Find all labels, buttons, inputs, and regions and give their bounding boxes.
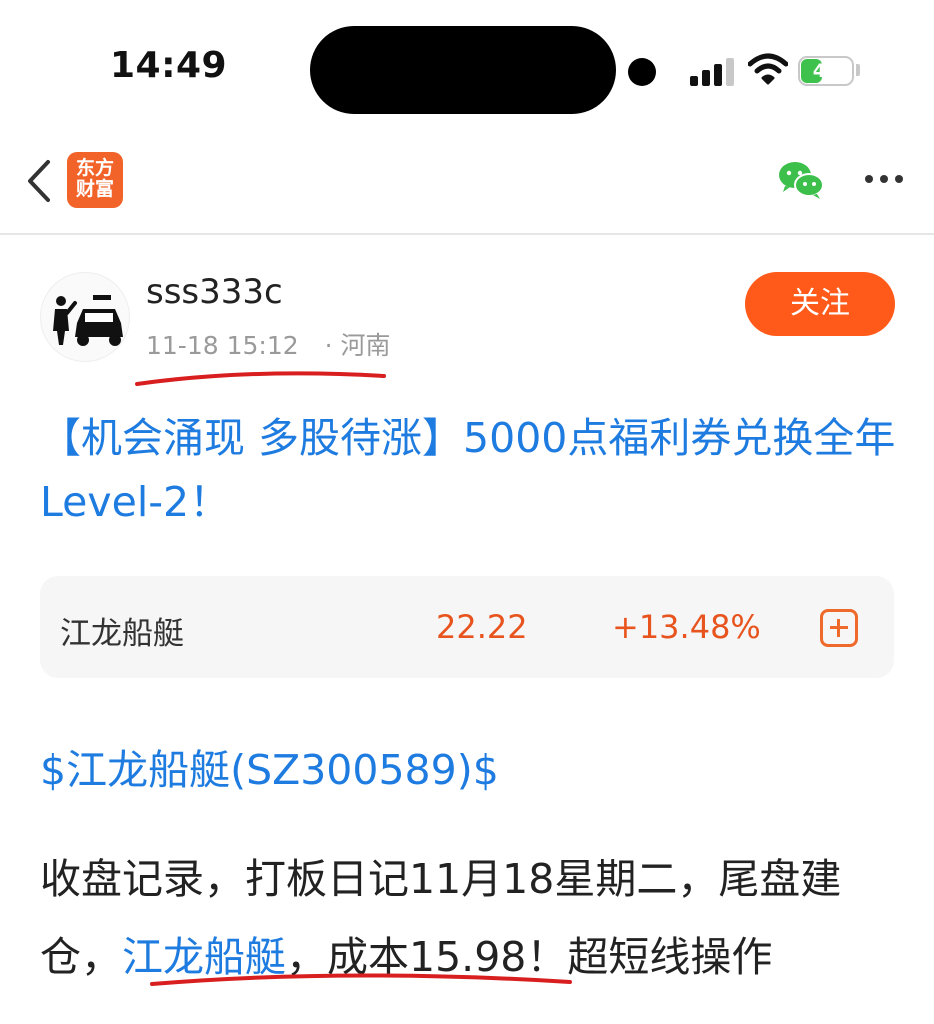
app-logo-line1: 东方: [75, 157, 114, 179]
camera-indicator-dot: [628, 58, 656, 86]
post-location: · 河南: [324, 331, 391, 360]
wifi-icon: [748, 53, 788, 85]
cellular-signal-icon: [690, 58, 734, 86]
stock-name: 江龙船艇: [60, 616, 184, 652]
post-title[interactable]: 【机会涌现 多股待涨】5000点福利券兑换全年Level-2！: [40, 406, 910, 534]
author-username[interactable]: sss333c: [146, 272, 283, 312]
post-datetime: 11-18 15:12: [146, 331, 299, 360]
post-meta: 11-18 15:12 · 河南: [146, 326, 391, 362]
stock-price: 22.22: [436, 608, 528, 646]
app-logo-line2: 财富: [75, 178, 114, 200]
stock-tag-link[interactable]: $江龙船艇(SZ300589)$: [40, 736, 499, 796]
stock-change: +13.48%: [612, 608, 761, 646]
add-to-watchlist-icon[interactable]: [820, 609, 858, 647]
wechat-share-icon[interactable]: [777, 160, 825, 200]
app-logo[interactable]: 东方 财富: [67, 152, 123, 208]
battery-cap: [856, 64, 860, 76]
follow-button[interactable]: 关注: [745, 272, 895, 336]
battery-icon: 41: [798, 56, 854, 86]
dynamic-island: [310, 26, 616, 114]
more-options-icon[interactable]: [862, 167, 906, 191]
nav-divider: [0, 233, 934, 235]
taxi-avatar-icon: [53, 295, 123, 346]
meta-red-underline-annotation: [135, 371, 386, 386]
battery-level: 41: [812, 60, 840, 82]
status-time: 14:49: [110, 45, 228, 86]
back-chevron-icon[interactable]: [20, 156, 60, 206]
body-red-underline-annotation: [150, 973, 572, 986]
author-avatar[interactable]: [40, 272, 130, 362]
